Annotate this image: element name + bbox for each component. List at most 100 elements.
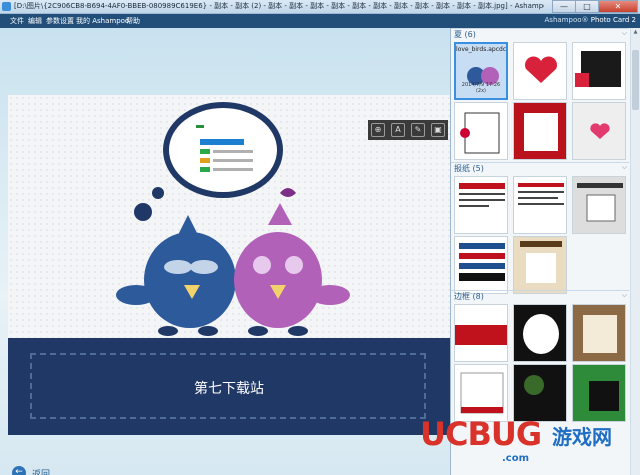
site-row-icon: [200, 167, 210, 172]
thumb-heart-card[interactable]: [572, 102, 626, 160]
chevron-down-icon: ⌵: [621, 163, 627, 171]
card-canvas[interactable]: 第七下载站: [8, 95, 450, 435]
chevron-down-icon: ⌵: [621, 29, 627, 37]
border-icon: [455, 325, 507, 345]
watermark-logo: UCBUG 游戏网 .com: [420, 415, 640, 470]
section-summer[interactable]: 夏 (6) ⌵: [451, 28, 629, 40]
blue-bird-crest-icon: [178, 215, 198, 235]
thumb-photo-frame[interactable]: [572, 42, 626, 100]
add-shape-icon[interactable]: ⊕: [371, 123, 385, 137]
newspaper-icon: [459, 243, 505, 281]
thumb-border-6[interactable]: [572, 364, 626, 422]
scroll-thumb[interactable]: [632, 50, 639, 110]
watermark-logo-text: UCBUG: [420, 415, 542, 453]
thumb-border-1[interactable]: [454, 304, 508, 362]
wanted-poster-icon: [514, 237, 566, 293]
border-icon: [460, 372, 504, 414]
card-caption[interactable]: 第七下载站: [8, 378, 450, 398]
bubble-dot-large: [134, 203, 152, 221]
foot-icon: [288, 326, 308, 336]
menu-my-ashampoo[interactable]: 我的 Ashampoo: [76, 16, 129, 26]
window-controls: — □ ✕: [552, 0, 638, 13]
border-icon: [514, 365, 566, 421]
foot-icon: [158, 326, 178, 336]
pink-bird-icon: [234, 232, 322, 328]
menu-settings[interactable]: 参数设置: [46, 16, 74, 26]
menu-bar: 文件 编辑 参数设置 我的 Ashampoo 帮助 Ashampoo® Phot…: [0, 14, 640, 28]
gift-icon: [514, 103, 566, 159]
thumb-border-3[interactable]: [572, 304, 626, 362]
newspaper-icon: [459, 183, 505, 207]
pink-bird-eye-icon: [253, 256, 271, 274]
blue-bird-eye-icon: [164, 260, 192, 274]
thumb-gift[interactable]: [513, 102, 567, 160]
heart-icon: [525, 56, 557, 83]
thumb-newspaper-3[interactable]: [572, 176, 626, 234]
template-panel: 夏 (6) ⌵ love_birds.apcdc 2014/7/9 17:26 …: [450, 28, 640, 475]
menu-edit[interactable]: 编辑: [28, 16, 42, 26]
back-label: 返回: [32, 469, 51, 475]
site-nav-icon: [200, 139, 244, 145]
site-row-icon: [200, 158, 210, 163]
panel-scrollbar[interactable]: ▲: [630, 28, 640, 475]
blue-bird-wing-icon: [116, 285, 156, 305]
thumb-label: love_birds.apcdc: [456, 46, 506, 53]
thumb-selected[interactable]: love_birds.apcdc 2014/7/9 17:26 (2x): [454, 42, 508, 100]
thumb-newspaper-1[interactable]: [454, 176, 508, 234]
blue-bird-icon: [144, 232, 236, 328]
canvas-toolbar: ⊕ A ✎ ▣: [368, 120, 448, 140]
site-line-icon: [213, 168, 253, 171]
sketch-icon: [460, 112, 500, 154]
foot-icon: [248, 326, 268, 336]
chevron-down-icon: ⌵: [621, 291, 627, 299]
site-line-icon: [213, 150, 253, 153]
pink-bird-eye-icon: [285, 256, 303, 274]
blue-bird-eye-icon: [190, 260, 218, 274]
watermark-url: .com: [502, 453, 530, 464]
section-newspaper[interactable]: 报纸 (5) ⌵: [451, 162, 629, 174]
scroll-up-icon[interactable]: ▲: [632, 29, 639, 37]
back-button[interactable]: ← 返回: [12, 466, 50, 475]
app-icon: [2, 2, 11, 11]
thumb-newspaper-4[interactable]: [454, 236, 508, 294]
border-icon: [514, 305, 566, 361]
menu-file[interactable]: 文件: [10, 16, 24, 26]
border-icon: [573, 365, 625, 421]
pink-bird-crest-icon: [268, 203, 292, 225]
site-row-icon: [200, 149, 210, 154]
thumb-border-5[interactable]: [513, 364, 567, 422]
title-bar: [D:\图片\{2C906CB8-B694-4AF0-BBEB-080989C6…: [0, 0, 640, 14]
thumb-sketch[interactable]: [454, 102, 508, 160]
bubble-dot-small: [152, 187, 164, 199]
frame-icon: [575, 51, 621, 87]
thumb-wanted[interactable]: [513, 236, 567, 294]
maximize-button[interactable]: □: [575, 0, 599, 13]
menu-help[interactable]: 帮助: [126, 16, 140, 26]
watermark-cn-text: 游戏网: [552, 425, 612, 449]
card-banner: 第七下载站: [8, 338, 450, 435]
site-line-icon: [213, 159, 253, 162]
image-tool-icon[interactable]: ▣: [431, 123, 445, 137]
close-button[interactable]: ✕: [598, 0, 638, 13]
site-logo-icon: [196, 125, 204, 128]
thumb-newspaper-2[interactable]: [513, 176, 567, 234]
brand-label: Ashampoo® Photo Card 2: [544, 16, 636, 24]
border-icon: [573, 305, 625, 361]
edit-tool-icon[interactable]: ✎: [411, 123, 425, 137]
pink-bird-bow-icon: [280, 188, 296, 197]
foot-icon: [198, 326, 218, 336]
minimize-button[interactable]: —: [552, 0, 576, 13]
thumb-heart[interactable]: [513, 42, 567, 100]
newspaper-icon: [573, 177, 625, 233]
heart-card-icon: [573, 103, 625, 159]
pink-bird-wing-icon: [310, 285, 350, 305]
window-title: [D:\图片\{2C906CB8-B694-4AF0-BBEB-080989C6…: [14, 2, 544, 10]
newspaper-icon: [518, 183, 564, 205]
back-arrow-icon: ←: [12, 466, 26, 475]
workspace: 第七下载站 ⊕ A ✎ ▣ ← 返回: [0, 28, 450, 475]
text-tool-icon[interactable]: A: [391, 123, 405, 137]
thumb-date: 2014/7/9 17:26 (2x): [461, 82, 501, 94]
section-borders[interactable]: 边框 (8) ⌵: [451, 290, 629, 302]
thumb-border-4[interactable]: [454, 364, 508, 422]
thumb-border-2[interactable]: [513, 304, 567, 362]
